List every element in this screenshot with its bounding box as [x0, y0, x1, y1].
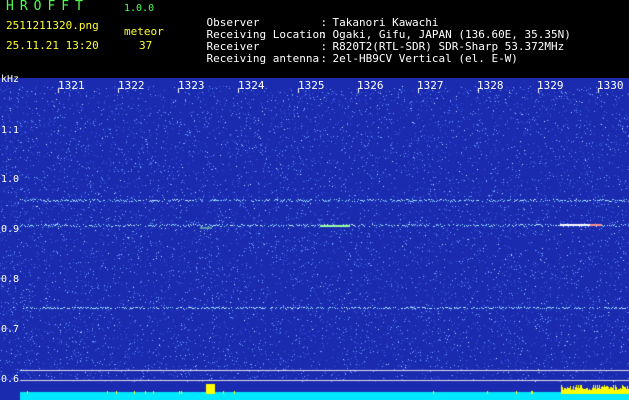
time-tick-label: 1328 — [477, 79, 504, 92]
time-tick-label: 1327 — [417, 79, 444, 92]
meteor-count: 37 — [139, 39, 153, 52]
freq-tick-label: 1.0 — [1, 174, 20, 185]
info-value: 2el-HB9CV Vertical (el. E-W) — [332, 52, 518, 65]
frequency-unit-label: kHz — [1, 74, 20, 85]
timestamp: 25.11.21 13:20 — [6, 39, 99, 52]
meteor-label: meteor — [124, 25, 164, 38]
time-tick-label: 1329 — [537, 79, 564, 92]
freq-tick-label: 0.7 — [1, 324, 20, 335]
freq-tick-label: 0.9 — [1, 224, 20, 235]
freq-tick-label: 0.6 — [1, 374, 20, 385]
spectrogram-canvas — [0, 78, 629, 400]
info-label: Receiving antenna — [206, 52, 320, 65]
freq-tick-label: 1.1 — [1, 125, 20, 136]
time-tick-label: 1321 — [58, 79, 85, 92]
info-separator: : — [320, 52, 328, 65]
time-tick-label: 1326 — [357, 79, 384, 92]
time-tick-label: 1330 — [597, 79, 624, 92]
time-tick-label: 1323 — [178, 79, 205, 92]
app-version: 1.0.0 — [124, 3, 155, 14]
time-tick-label: 1325 — [298, 79, 325, 92]
time-tick-label: 1322 — [118, 79, 145, 92]
info-row-antenna: Receiving antenna: 2el-HB9CV Vertical (el… — [180, 41, 518, 77]
app-title: HROFFT — [6, 0, 89, 14]
file-name: 2511211320.png — [6, 19, 99, 32]
hrofft-window: HROFFT 1.0.0 2511211320.png 25.11.21 13:… — [0, 0, 629, 400]
freq-tick-label: 0.8 — [1, 274, 20, 285]
time-tick-label: 1324 — [238, 79, 265, 92]
